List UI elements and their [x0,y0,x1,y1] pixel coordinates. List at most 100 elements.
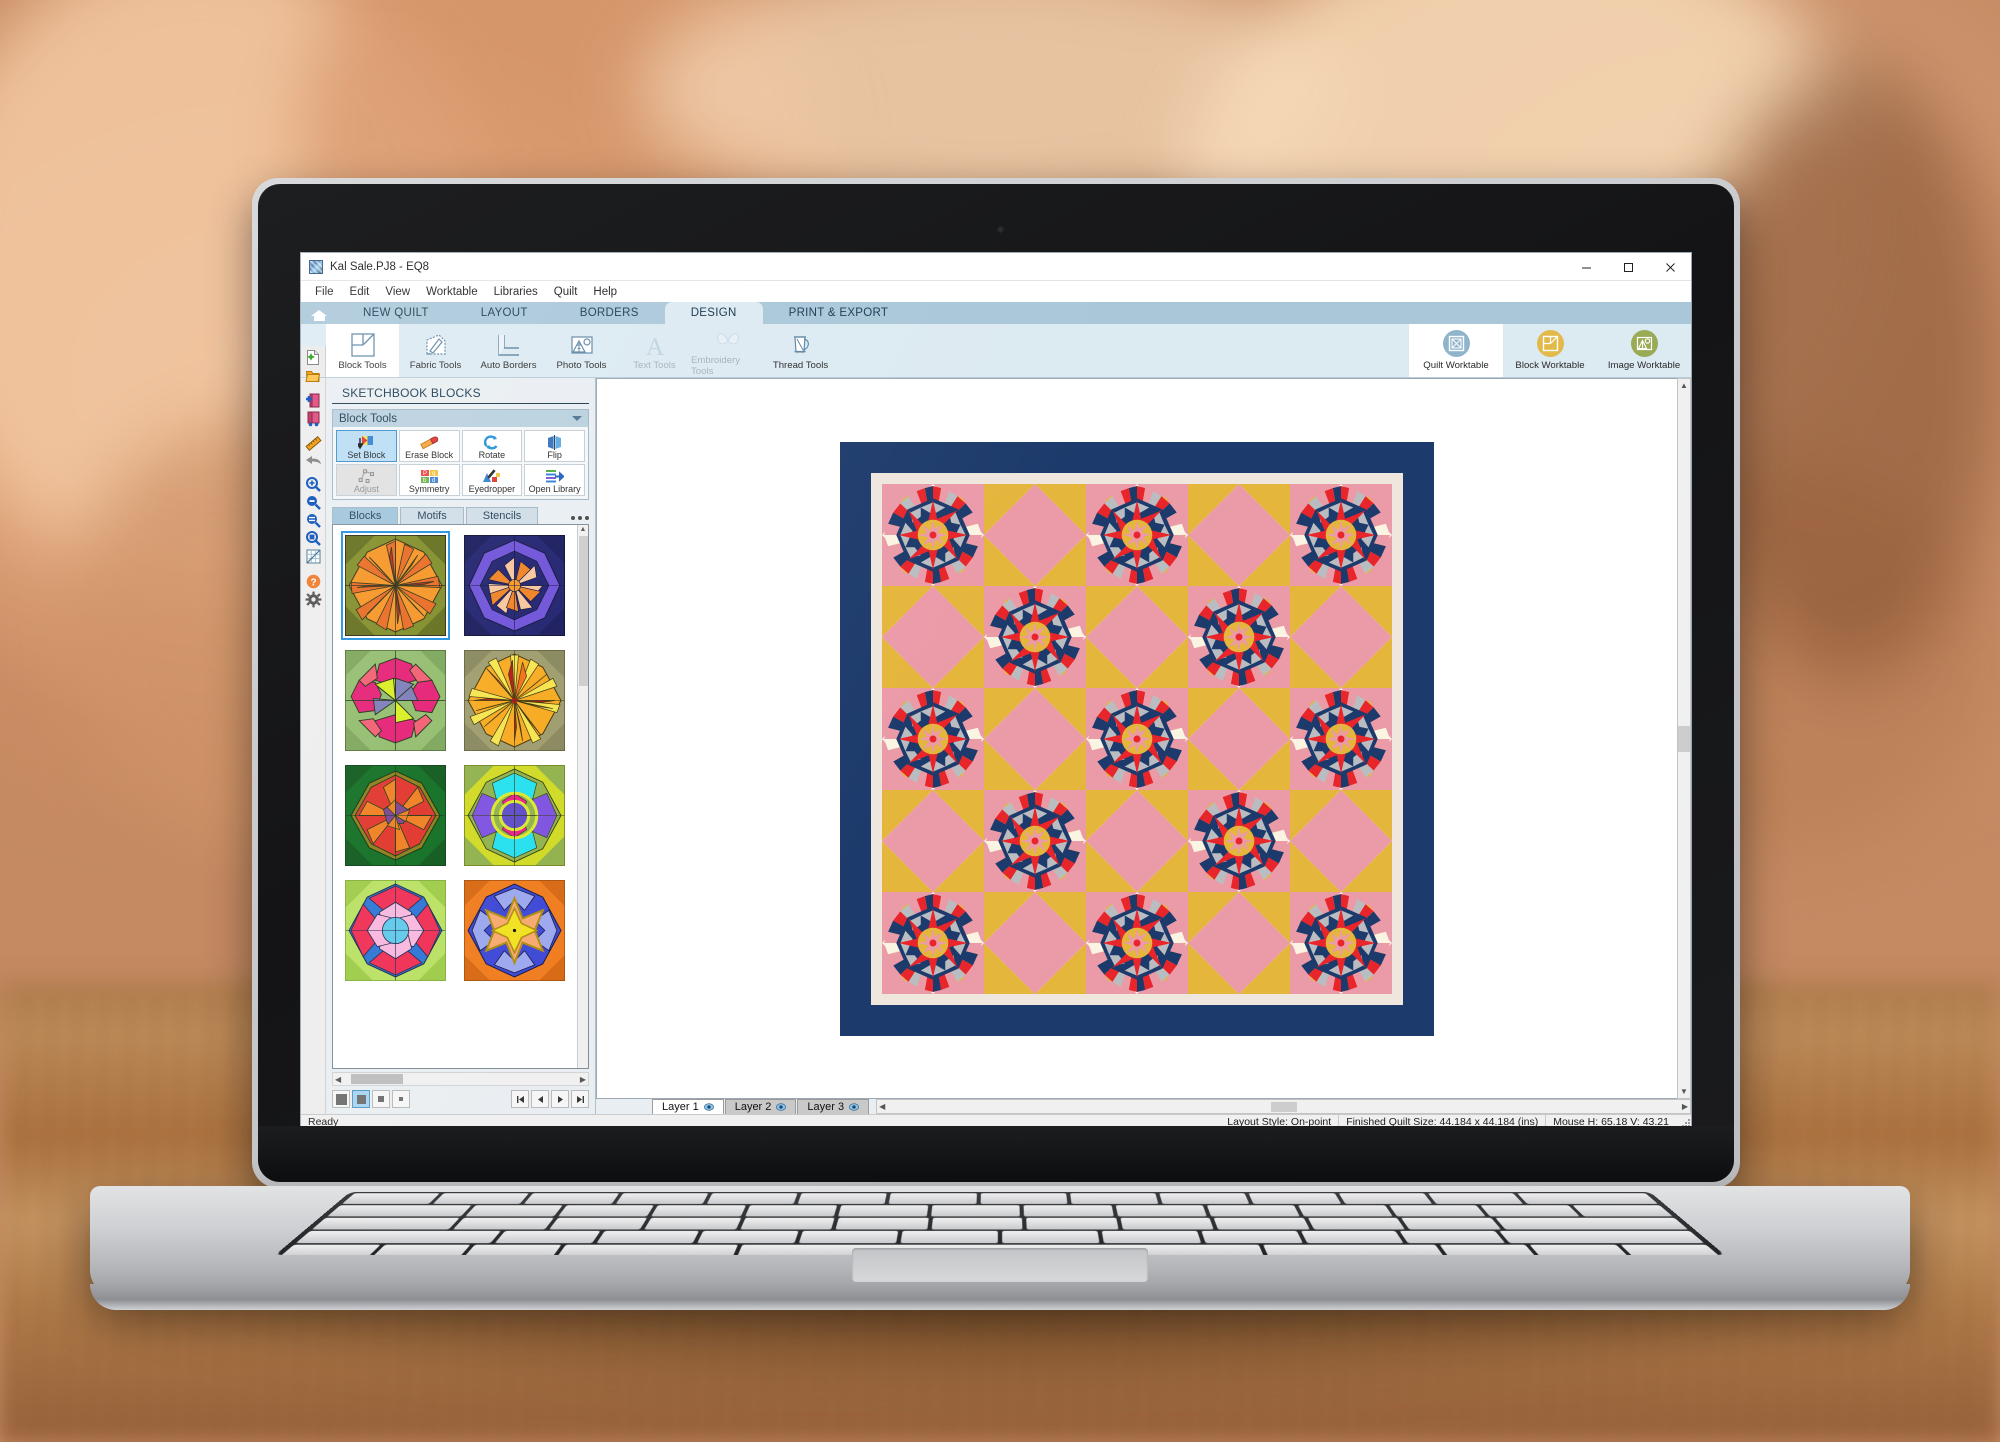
layer-tab-3[interactable]: Layer 3 [797,1099,870,1114]
thumbnail-vertical-scrollbar[interactable]: ▲ [577,525,588,1068]
ribbon-embroidery-tools[interactable]: Embroidery Tools [691,324,764,377]
menu-quilt[interactable]: Quilt [546,284,586,300]
block-thumb-6[interactable] [460,761,569,870]
tab-layout[interactable]: LAYOUT [455,302,554,324]
maximize-button[interactable] [1607,253,1649,281]
thumb-size-tiny[interactable] [392,1090,410,1108]
canvas-scroll-right-icon[interactable]: ▶ [1682,1102,1688,1111]
block-thumb-2[interactable] [460,531,569,640]
block-thumb-3[interactable] [341,646,450,755]
zoom-previous-icon[interactable] [302,512,325,529]
layer-tab-1[interactable]: Layer 1 [652,1099,724,1114]
scroll-right-icon[interactable]: ▶ [580,1075,586,1084]
tool-eyedropper[interactable]: Eyedropper [461,464,523,496]
chevron-down-icon[interactable] [572,416,582,421]
window-controls [1565,253,1691,281]
grid-icon[interactable] [302,548,325,565]
canvas-hscro[interactable] [1270,1101,1297,1112]
nav-first[interactable] [511,1090,529,1108]
canvas-vertical-scrollbar[interactable]: ▲ ▼ [1677,378,1691,1099]
tab-motifs[interactable]: Motifs [400,507,464,524]
menu-view[interactable]: View [377,284,418,300]
hscroll-thumb[interactable] [351,1074,404,1084]
tool-set-block[interactable]: Set Block [336,430,397,462]
block-thumb-7[interactable] [341,876,450,985]
quilt-worktable-button[interactable]: Quilt Worktable [1409,324,1503,377]
open-file-icon[interactable] [302,367,325,384]
menu-edit[interactable]: Edit [342,284,378,300]
thumb-size-large[interactable] [332,1090,350,1108]
image-worktable-button[interactable]: Image Worktable [1597,324,1691,377]
ribbon-block-tools[interactable]: Block Tools [326,324,399,377]
canvas-scroll-up-icon[interactable]: ▲ [1680,379,1688,392]
tool-adjust[interactable]: Adjust [336,464,397,496]
menu-file[interactable]: File [307,284,342,300]
eye-icon[interactable] [776,1103,787,1111]
settings-icon[interactable] [302,591,325,608]
block-tools-grid: Set Block Erase Block Rotate Flip Adjust… [333,427,588,499]
ribbon-thread-tools-label: Thread Tools [772,360,829,371]
ribbon-auto-borders[interactable]: Auto Borders [472,324,545,377]
tool-flip-label: Flip [547,450,562,460]
canvas-vscroll-thumb[interactable] [1678,725,1690,752]
home-tab[interactable] [301,302,337,324]
zoom-in-icon[interactable] [302,476,325,493]
block-thumb-8[interactable] [460,876,569,985]
nav-last[interactable] [571,1090,589,1108]
tab-new-quilt[interactable]: NEW QUILT [337,302,455,324]
ribbon-photo-tools[interactable]: Photo Tools [545,324,618,377]
tool-symmetry[interactable]: Pqbd Symmetry [398,464,460,496]
block-thumb-5[interactable] [341,761,450,870]
block-tools-header[interactable]: Block Tools [333,410,588,427]
tool-erase-block[interactable]: Erase Block [398,430,460,462]
scroll-up-icon[interactable]: ▲ [580,525,587,535]
view-sketchbook-icon[interactable] [302,410,325,427]
tab-blocks[interactable]: Blocks [332,507,399,524]
zoom-out-icon[interactable] [302,494,325,511]
add-to-sketchbook-icon[interactable] [302,392,325,409]
menu-worktable[interactable]: Worktable [418,284,486,300]
close-button[interactable] [1649,253,1691,281]
block-thumb-4[interactable] [460,646,569,755]
thumbnail-horizontal-scrollbar[interactable]: ◀ ▶ [332,1072,589,1086]
new-file-icon[interactable] [302,349,325,366]
ribbon-thread-tools[interactable]: Thread Tools [764,324,837,377]
tool-open-library[interactable]: Open Library [524,464,585,496]
scroll-thumb[interactable] [578,536,588,686]
ribbon-tab-strip: NEW QUILT LAYOUT BORDERS DESIGN PRINT & … [301,302,1691,324]
canvas-scroll-left-icon[interactable]: ◀ [879,1102,885,1111]
layer-tab-2[interactable]: Layer 2 [724,1099,797,1114]
thumb-size-small[interactable] [372,1090,390,1108]
ruler-icon[interactable] [302,435,325,452]
block-worktable-button[interactable]: Block Worktable [1503,324,1597,377]
tool-rotate[interactable]: Rotate [461,430,523,462]
home-icon [310,306,328,321]
tab-borders[interactable]: BORDERS [554,302,665,324]
eye-icon[interactable] [703,1103,714,1111]
tab-print-export[interactable]: PRINT & EXPORT [763,302,915,324]
minimize-button[interactable] [1565,253,1607,281]
eye-icon[interactable] [849,1103,860,1111]
more-options-icon[interactable] [571,516,589,524]
tab-stencils[interactable]: Stencils [465,507,539,524]
layer-tab-1-label: Layer 1 [662,1101,699,1113]
block-thumb-1[interactable] [341,531,450,640]
menu-help[interactable]: Help [585,284,625,300]
zoom-fit-icon[interactable] [302,530,325,547]
nav-prev[interactable] [531,1090,549,1108]
kaleidoscope-quilt[interactable] [840,441,1434,1036]
tab-design[interactable]: DESIGN [664,302,763,324]
canvas-scroll-down-icon[interactable]: ▼ [1680,1085,1688,1098]
ribbon-text-tools-label: Text Tools [633,360,676,371]
ribbon-fabric-tools[interactable]: Fabric Tools [399,324,472,377]
nav-next[interactable] [551,1090,569,1108]
undo-icon[interactable] [302,453,325,468]
tool-flip[interactable]: Flip [524,430,585,462]
canvas-horizontal-scrollbar[interactable]: ◀ ▶ [876,1099,1691,1114]
menu-libraries[interactable]: Libraries [486,284,546,300]
quilt-canvas[interactable] [596,378,1677,1099]
ribbon-text-tools[interactable]: A Text Tools [618,324,691,377]
help-icon[interactable]: ? [302,573,325,590]
scroll-left-icon[interactable]: ◀ [335,1075,341,1084]
thumb-size-medium[interactable] [352,1090,370,1108]
